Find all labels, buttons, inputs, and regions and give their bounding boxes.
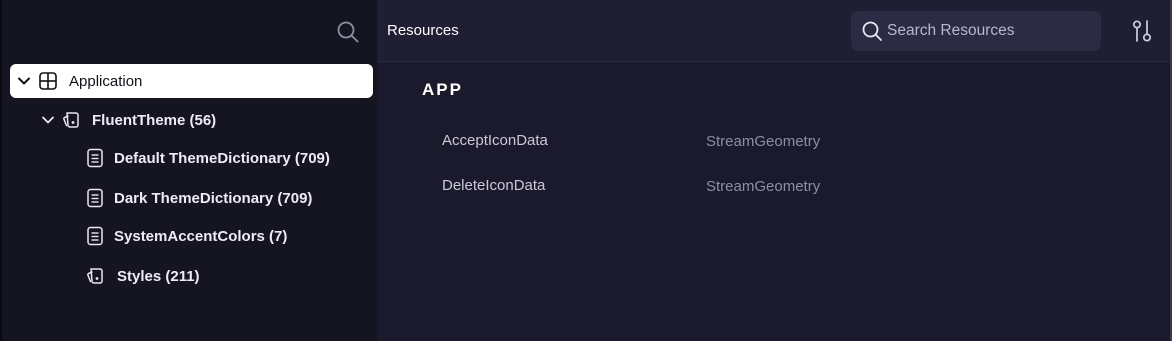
- search-box[interactable]: [851, 11, 1101, 51]
- tree-item-label: Default ThemeDictionary (709): [114, 149, 330, 167]
- search-input[interactable]: [887, 11, 1093, 51]
- resource-tree-pane: Application FluentTheme (56) Default The…: [0, 0, 377, 341]
- grid-icon: [38, 71, 58, 91]
- resource-name[interactable]: AcceptIconData: [442, 132, 548, 149]
- chevron-down-icon[interactable]: [16, 73, 32, 89]
- tree-item-label: Dark ThemeDictionary (709): [114, 189, 313, 207]
- tree-item-label: FluentTheme (56): [92, 111, 217, 129]
- document-icon: [85, 188, 105, 208]
- filter-settings-icon[interactable]: [1129, 18, 1155, 44]
- tree-item-fluent-theme[interactable]: FluentTheme (56): [40, 103, 216, 137]
- tree-item-dark-theme-dictionary[interactable]: Dark ThemeDictionary (709): [85, 181, 312, 215]
- document-icon: [85, 148, 105, 168]
- page-title: Resources: [387, 22, 459, 39]
- tree-search-icon[interactable]: [336, 20, 360, 44]
- section-title: APP: [422, 80, 463, 99]
- theme-icon: [85, 266, 105, 286]
- tree-item-application[interactable]: Application: [10, 64, 373, 98]
- chevron-down-icon[interactable]: [40, 112, 56, 128]
- document-icon: [85, 226, 105, 246]
- search-icon: [862, 21, 882, 41]
- resource-name[interactable]: DeleteIconData: [442, 177, 545, 194]
- tree-item-label: Application: [69, 72, 143, 90]
- tree-item-system-accent-colors[interactable]: SystemAccentColors (7): [85, 219, 287, 253]
- tree-item-styles[interactable]: Styles (211): [85, 259, 200, 293]
- tree-item-default-theme-dictionary[interactable]: Default ThemeDictionary (709): [85, 141, 330, 175]
- tree-item-label: SystemAccentColors (7): [114, 227, 288, 245]
- resources-header: Resources: [377, 0, 1172, 62]
- resources-pane: Resources APP AcceptIconData StreamGeome…: [377, 0, 1172, 341]
- tree-item-label: Styles (211): [117, 267, 200, 285]
- resource-type: StreamGeometry: [706, 133, 821, 150]
- resource-type: StreamGeometry: [706, 178, 821, 195]
- theme-icon: [61, 110, 81, 130]
